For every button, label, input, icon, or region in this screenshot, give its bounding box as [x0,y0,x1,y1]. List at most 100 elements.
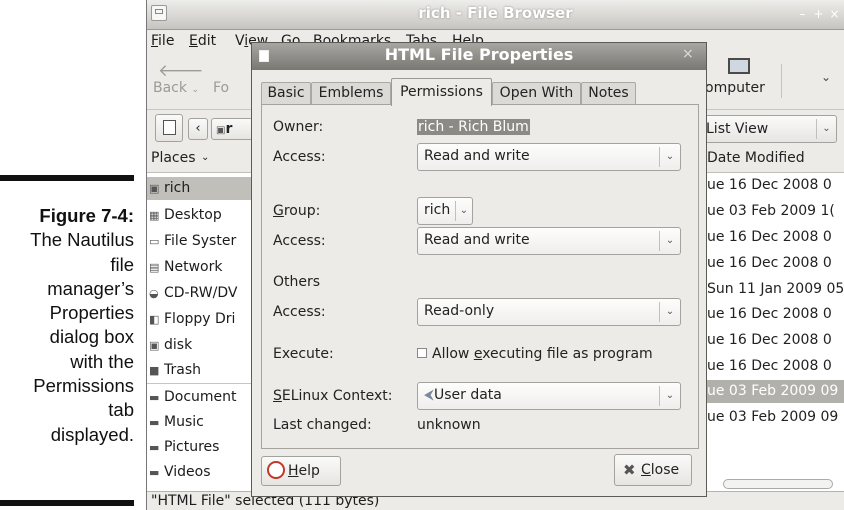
sidebar-item-network[interactable]: ▤ Network [149,256,222,279]
group-label: Group: [273,203,320,219]
sidebar-item-documents[interactable]: ▬ Document [149,386,237,409]
back-dropdown-icon[interactable]: ⌄ [191,85,199,95]
sidebar-item-trash[interactable]: ■ Trash [149,359,201,382]
sidebar-item-floppy[interactable]: ◧ Floppy Dri [149,308,235,331]
sidebar-item-filesystem[interactable]: ▭ File Syster [149,230,236,253]
selinux-context-select[interactable]: ⮜User data ⌄ [417,382,681,410]
table-row[interactable]: Sun 11 Jan 2009 05 [707,278,844,301]
table-row[interactable]: ue 16 Dec 2008 0 [707,355,832,378]
sidebar-item-label: CD-RW/DV [164,285,238,301]
dialog-title: HTML File Properties [384,45,574,64]
toolbar-overflow-icon[interactable]: ⌄ [821,70,831,84]
selinux-value: ⮜User data [424,387,502,403]
dialog-titlebar[interactable]: HTML File Properties × [252,43,706,70]
menu-file-mnemonic: F [151,33,159,49]
menu-file[interactable]: File [151,33,174,49]
tab-basic[interactable]: Basic [261,82,311,105]
minimize-icon[interactable]: – [795,7,810,22]
view-mode-label: List View [706,121,769,137]
sidebar-item-music[interactable]: ▬ Music [149,411,204,434]
desktop-icon: ▦ [149,209,160,222]
sidebar-item-pictures[interactable]: ▬ Pictures [149,436,219,459]
tab-open-with[interactable]: Open With [492,82,581,105]
sidebar-item-disk[interactable]: ▣ disk [149,334,192,357]
computer-button[interactable]: omputer [705,80,765,96]
back-label: Back [153,80,187,96]
tab-notes[interactable]: Notes [581,82,636,105]
places-header[interactable]: Places ⌄ [147,146,266,173]
edit-location-icon [163,120,176,135]
window-titlebar[interactable]: rich - File Browser – + × [147,0,844,30]
tab-permissions[interactable]: Permissions [391,78,492,106]
column-header-date-modified[interactable]: Date Modified [703,146,844,173]
execute-text-b: xecuting file as program [482,346,653,362]
table-row[interactable]: ue 03 Feb 2009 09 [707,406,838,429]
menu-file-label: ile [158,33,175,49]
owner-value: rich - Rich Blum [417,119,530,135]
sidebar-item-desktop[interactable]: ▦ Desktop [149,204,222,227]
menu-edit[interactable]: Edit [189,33,216,49]
execute-checkbox[interactable]: Allow executing file as program [417,346,653,362]
help-button[interactable]: Help [261,456,341,486]
floppy-icon: ◧ [149,313,160,326]
close-label-text: lose [650,462,680,478]
sidebar-item-label: Pictures [164,439,220,455]
menu-view-label-a: V [235,33,245,49]
close-label: Close [641,462,679,478]
sidebar-item-videos[interactable]: ▬ Videos [149,461,211,484]
table-row[interactable]: ue 16 Dec 2008 0 [707,329,832,352]
group-select[interactable]: rich ⌄ [417,197,473,225]
chevron-down-icon: ⌄ [659,386,680,406]
page: Figure 7-4: The Nautilus file manager’s … [0,0,844,510]
sidebar-item-cdrom[interactable]: ◒ CD-RW/DV [149,282,237,305]
tab-emblems[interactable]: Emblems [311,82,391,105]
chevron-down-icon: ⌄ [455,201,472,221]
view-mode-select[interactable]: List View ⌄ [703,115,837,143]
owner-access-value: Read and write [424,148,530,164]
folder-icon: ▬ [149,416,160,429]
group-label-text: roup: [283,203,321,219]
table-row[interactable]: ue 16 Dec 2008 0 [707,174,832,197]
sidebar-item-rich[interactable]: ▣ rich [147,177,266,200]
table-row[interactable]: ue 16 Dec 2008 0 [707,252,832,275]
horizontal-scrollbar[interactable] [723,479,833,489]
table-row[interactable]: ue 16 Dec 2008 0 [707,303,832,326]
back-button[interactable]: Back ⌄ [153,80,199,96]
table-row[interactable]: ue 03 Feb 2009 1( [707,200,835,223]
path-back-arrow[interactable]: ‹ [188,118,208,140]
close-button[interactable]: ✖ Close [614,454,692,486]
properties-dialog: HTML File Properties × Basic Emblems Per… [251,42,707,497]
sidebar-item-label: Videos [164,464,211,480]
sidebar-item-label: Document [164,389,237,405]
group-access-select[interactable]: Read and write ⌄ [417,227,681,255]
maximize-icon[interactable]: + [811,7,826,22]
figure-number: Figure 7-4: [39,205,134,226]
dialog-close-icon[interactable]: × [682,46,694,62]
sidebar-separator [147,383,266,384]
caption-line: manager’s [47,277,134,299]
group-value: rich [424,202,451,218]
path-crumb-label: r [225,121,233,137]
menu-edit-mnemonic: E [189,33,198,49]
figure-caption: Figure 7-4: The Nautilus file manager’s … [0,204,134,447]
window-title: rich - File Browser [418,4,573,22]
chevron-down-icon: ⌄ [816,119,836,139]
owner-access-select[interactable]: Read and write ⌄ [417,143,681,171]
network-icon: ▤ [149,261,160,274]
close-icon[interactable]: × [827,7,842,22]
edit-location-button[interactable] [155,114,183,142]
group-access-value: Read and write [424,232,530,248]
table-row[interactable]: ue 16 Dec 2008 0 [707,226,832,249]
others-access-select[interactable]: Read-only ⌄ [417,298,681,326]
caption-line: Properties [49,302,134,324]
disk-icon: ▣ [149,339,160,352]
chevron-down-icon: ⌄ [659,231,680,251]
caption-line: dialog box [49,326,134,348]
home-icon: ▣ [149,182,160,195]
tag-icon: ⮜ [424,387,434,403]
forward-button[interactable]: Fo [213,80,229,96]
checkbox-icon[interactable] [417,348,427,358]
help-label-text: elp [298,463,320,479]
permissions-panel: Owner: rich - Rich Blum Access: Read and… [261,104,699,449]
table-row-selected[interactable]: ue 03 Feb 2009 09 [703,380,844,403]
